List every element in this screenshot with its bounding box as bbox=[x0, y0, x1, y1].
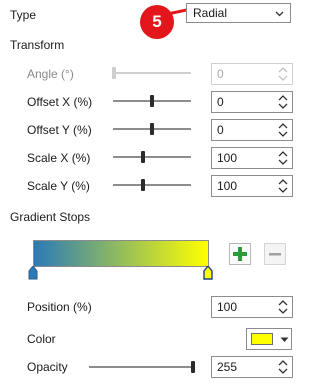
spin-down-icon[interactable] bbox=[278, 103, 288, 110]
scale-x-value[interactable]: 100 bbox=[217, 151, 237, 166]
offset-x-spinbox[interactable]: 0 bbox=[211, 91, 293, 113]
color-label: Color bbox=[27, 332, 56, 346]
spin-up-icon[interactable] bbox=[278, 66, 288, 73]
chevron-down-icon bbox=[280, 337, 289, 342]
angle-value: 0 bbox=[217, 67, 224, 81]
spin-down-icon[interactable] bbox=[278, 368, 288, 375]
opacity-value[interactable]: 255 bbox=[217, 360, 237, 375]
scale-y-label: Scale Y (%) bbox=[27, 179, 90, 193]
color-swatch bbox=[251, 333, 273, 345]
spin-down-icon[interactable] bbox=[278, 187, 288, 194]
spin-down-icon[interactable] bbox=[278, 75, 288, 82]
offset-y-label: Offset Y (%) bbox=[27, 123, 92, 137]
type-dropdown[interactable]: Radial bbox=[186, 3, 291, 23]
opacity-label: Opacity bbox=[27, 360, 68, 374]
plus-icon bbox=[233, 247, 247, 261]
scale-x-label: Scale X (%) bbox=[27, 151, 91, 165]
opacity-slider-thumb[interactable] bbox=[191, 361, 195, 373]
position-spinbox[interactable]: 100 bbox=[211, 296, 293, 318]
angle-spinbox[interactable]: 0 bbox=[211, 63, 293, 85]
angle-slider-thumb[interactable] bbox=[112, 67, 116, 79]
remove-stop-button[interactable] bbox=[264, 243, 286, 265]
position-value[interactable]: 100 bbox=[217, 300, 237, 315]
scale-y-slider-thumb[interactable] bbox=[141, 179, 145, 191]
add-stop-button[interactable] bbox=[229, 243, 251, 265]
scale-x-slider-track[interactable] bbox=[113, 156, 191, 158]
spin-up-icon[interactable] bbox=[278, 94, 288, 101]
gradient-stop-end-selected[interactable] bbox=[203, 266, 213, 280]
opacity-spinbox[interactable]: 255 bbox=[211, 356, 293, 378]
scale-x-spinbox[interactable]: 100 bbox=[211, 147, 293, 169]
spin-up-icon[interactable] bbox=[278, 150, 288, 157]
spin-up-icon[interactable] bbox=[278, 299, 288, 306]
gradient-preview-bar[interactable] bbox=[33, 240, 209, 267]
scale-x-slider-thumb[interactable] bbox=[141, 151, 145, 163]
spin-up-icon[interactable] bbox=[278, 122, 288, 129]
offset-y-spinbox[interactable]: 0 bbox=[211, 119, 293, 141]
angle-slider-track[interactable] bbox=[113, 72, 191, 74]
angle-label: Angle (°) bbox=[27, 67, 74, 81]
spin-down-icon[interactable] bbox=[278, 159, 288, 166]
opacity-slider-track[interactable] bbox=[89, 366, 193, 368]
type-dropdown-value: Radial bbox=[193, 6, 228, 20]
spin-up-icon[interactable] bbox=[278, 359, 288, 366]
callout-badge: 5 bbox=[140, 5, 174, 39]
gradient-stop-start[interactable] bbox=[28, 266, 38, 280]
offset-y-slider-thumb[interactable] bbox=[150, 123, 154, 135]
offset-x-slider-thumb[interactable] bbox=[150, 95, 154, 107]
gradient-stops-heading: Gradient Stops bbox=[10, 210, 91, 224]
position-label: Position (%) bbox=[27, 300, 92, 314]
chevron-down-icon bbox=[275, 11, 284, 17]
scale-y-value[interactable]: 100 bbox=[217, 179, 237, 194]
scale-y-spinbox[interactable]: 100 bbox=[211, 175, 293, 197]
offset-x-value[interactable]: 0 bbox=[217, 95, 224, 110]
offset-y-value[interactable]: 0 bbox=[217, 123, 224, 138]
spin-up-icon[interactable] bbox=[278, 178, 288, 185]
spin-down-icon[interactable] bbox=[278, 308, 288, 315]
offset-x-label: Offset X (%) bbox=[27, 95, 93, 109]
transform-heading: Transform bbox=[10, 38, 65, 52]
color-picker-button[interactable] bbox=[246, 328, 292, 350]
type-label: Type bbox=[10, 8, 37, 22]
spin-down-icon[interactable] bbox=[278, 131, 288, 138]
scale-y-slider-track[interactable] bbox=[113, 184, 191, 186]
minus-icon bbox=[269, 253, 281, 256]
